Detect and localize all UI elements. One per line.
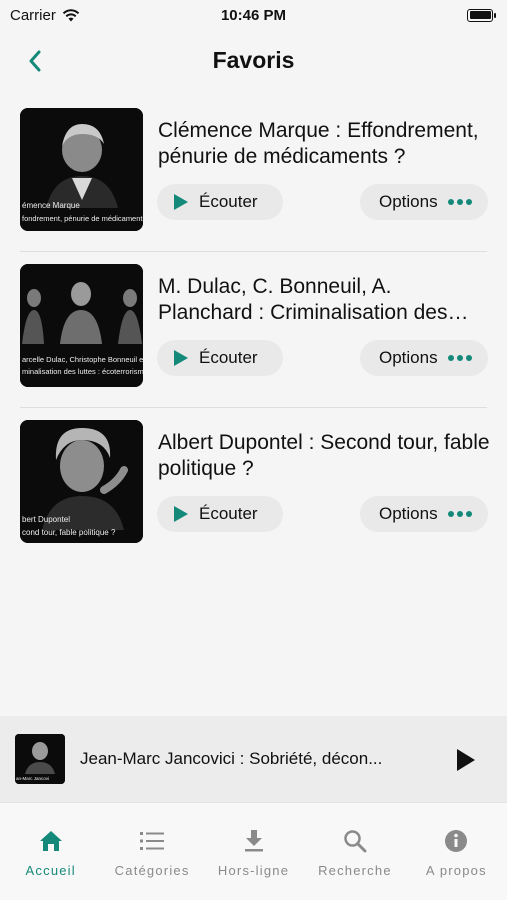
- episode-title[interactable]: Clémence Marque : Effondrement, pénurie …: [158, 118, 490, 170]
- more-dots-icon: [447, 355, 472, 361]
- favorite-item: arcelle Dulac, Christophe Bonneuil et Al…: [0, 252, 507, 408]
- listen-label: Écouter: [199, 504, 258, 523]
- listen-button[interactable]: Écouter: [157, 184, 283, 220]
- episode-title[interactable]: M. Dulac, C. Bonneuil, A. Planchard : Cr…: [158, 274, 490, 326]
- tab-hors-ligne[interactable]: Hors-ligne: [203, 803, 304, 900]
- thumb-caption: arcelle Dulac, Christophe Bonneuil et Al…: [22, 355, 143, 364]
- listen-label: Écouter: [199, 348, 258, 367]
- mini-player-title: Jean-Marc Jancovici : Sobriété, décon...: [80, 749, 383, 768]
- favorite-item: émence Marque fondrement, pénurie de méd…: [0, 96, 507, 252]
- favorites-list: émence Marque fondrement, pénurie de méd…: [0, 96, 507, 564]
- episode-thumbnail[interactable]: émence Marque fondrement, pénurie de méd…: [20, 108, 143, 231]
- options-button[interactable]: Options: [360, 496, 488, 532]
- options-button[interactable]: Options: [360, 184, 488, 220]
- carrier-label: Carrier: [10, 6, 56, 24]
- favorite-item: bert Dupontel cond tour, fable politique…: [0, 408, 507, 564]
- options-button[interactable]: Options: [360, 340, 488, 376]
- play-icon: [174, 506, 188, 522]
- battery-icon: [467, 8, 496, 22]
- tab-label: A propos: [425, 863, 487, 878]
- tab-recherche[interactable]: Recherche: [304, 803, 405, 900]
- thumb-caption: fondrement, pénurie de médicaments ?: [22, 214, 143, 223]
- home-icon: [37, 827, 65, 855]
- more-dots-icon: [447, 511, 472, 517]
- tab-label: Accueil: [25, 863, 76, 878]
- wifi-icon: [62, 8, 80, 21]
- episode-title[interactable]: Albert Dupontel : Second tour, fable pol…: [158, 430, 490, 482]
- thumb-caption: bert Dupontel: [22, 515, 70, 524]
- tab-label: Hors-ligne: [217, 863, 290, 878]
- tab-a-propos[interactable]: A propos: [406, 803, 507, 900]
- listen-button[interactable]: Écouter: [157, 496, 283, 532]
- page-title: Favoris: [212, 46, 295, 73]
- chevron-left-icon: [29, 50, 41, 72]
- status-bar: Carrier 10:46 PM: [0, 0, 507, 30]
- episode-thumbnail[interactable]: bert Dupontel cond tour, fable politique…: [20, 420, 143, 543]
- tab-bar: Accueil Catégories Hors-ligne Recherche …: [0, 802, 507, 900]
- nav-header: Favoris: [0, 38, 507, 82]
- more-dots-icon: [447, 199, 472, 205]
- tab-accueil[interactable]: Accueil: [0, 803, 101, 900]
- tab-label: Recherche: [318, 863, 392, 878]
- thumb-caption: minalisation des luttes : écoterrorisme …: [22, 367, 143, 376]
- thumb-caption: émence Marque: [22, 201, 80, 210]
- tab-label: Catégories: [114, 863, 190, 878]
- play-icon: [457, 749, 475, 771]
- mini-player-thumbnail: an-Marc Jancovi: [15, 734, 65, 784]
- tab-categories[interactable]: Catégories: [101, 803, 202, 900]
- episode-thumbnail[interactable]: arcelle Dulac, Christophe Bonneuil et Al…: [20, 264, 143, 387]
- play-icon: [174, 194, 188, 210]
- mini-player[interactable]: an-Marc Jancovi Jean-Marc Jancovici : So…: [0, 716, 507, 802]
- search-icon: [341, 827, 369, 855]
- info-icon: [442, 827, 470, 855]
- thumb-caption: an-Marc Jancovi: [16, 776, 49, 781]
- play-icon: [174, 350, 188, 366]
- status-left: Carrier: [10, 7, 80, 24]
- list-icon: [138, 827, 166, 855]
- options-label: Options: [379, 348, 438, 367]
- listen-button[interactable]: Écouter: [157, 340, 283, 376]
- options-label: Options: [379, 504, 438, 523]
- options-label: Options: [379, 192, 438, 211]
- download-icon: [240, 827, 268, 855]
- thumb-caption: cond tour, fable politique ?: [22, 528, 116, 537]
- listen-label: Écouter: [199, 192, 258, 211]
- back-button[interactable]: [20, 46, 50, 76]
- mini-player-play-button[interactable]: [455, 748, 477, 772]
